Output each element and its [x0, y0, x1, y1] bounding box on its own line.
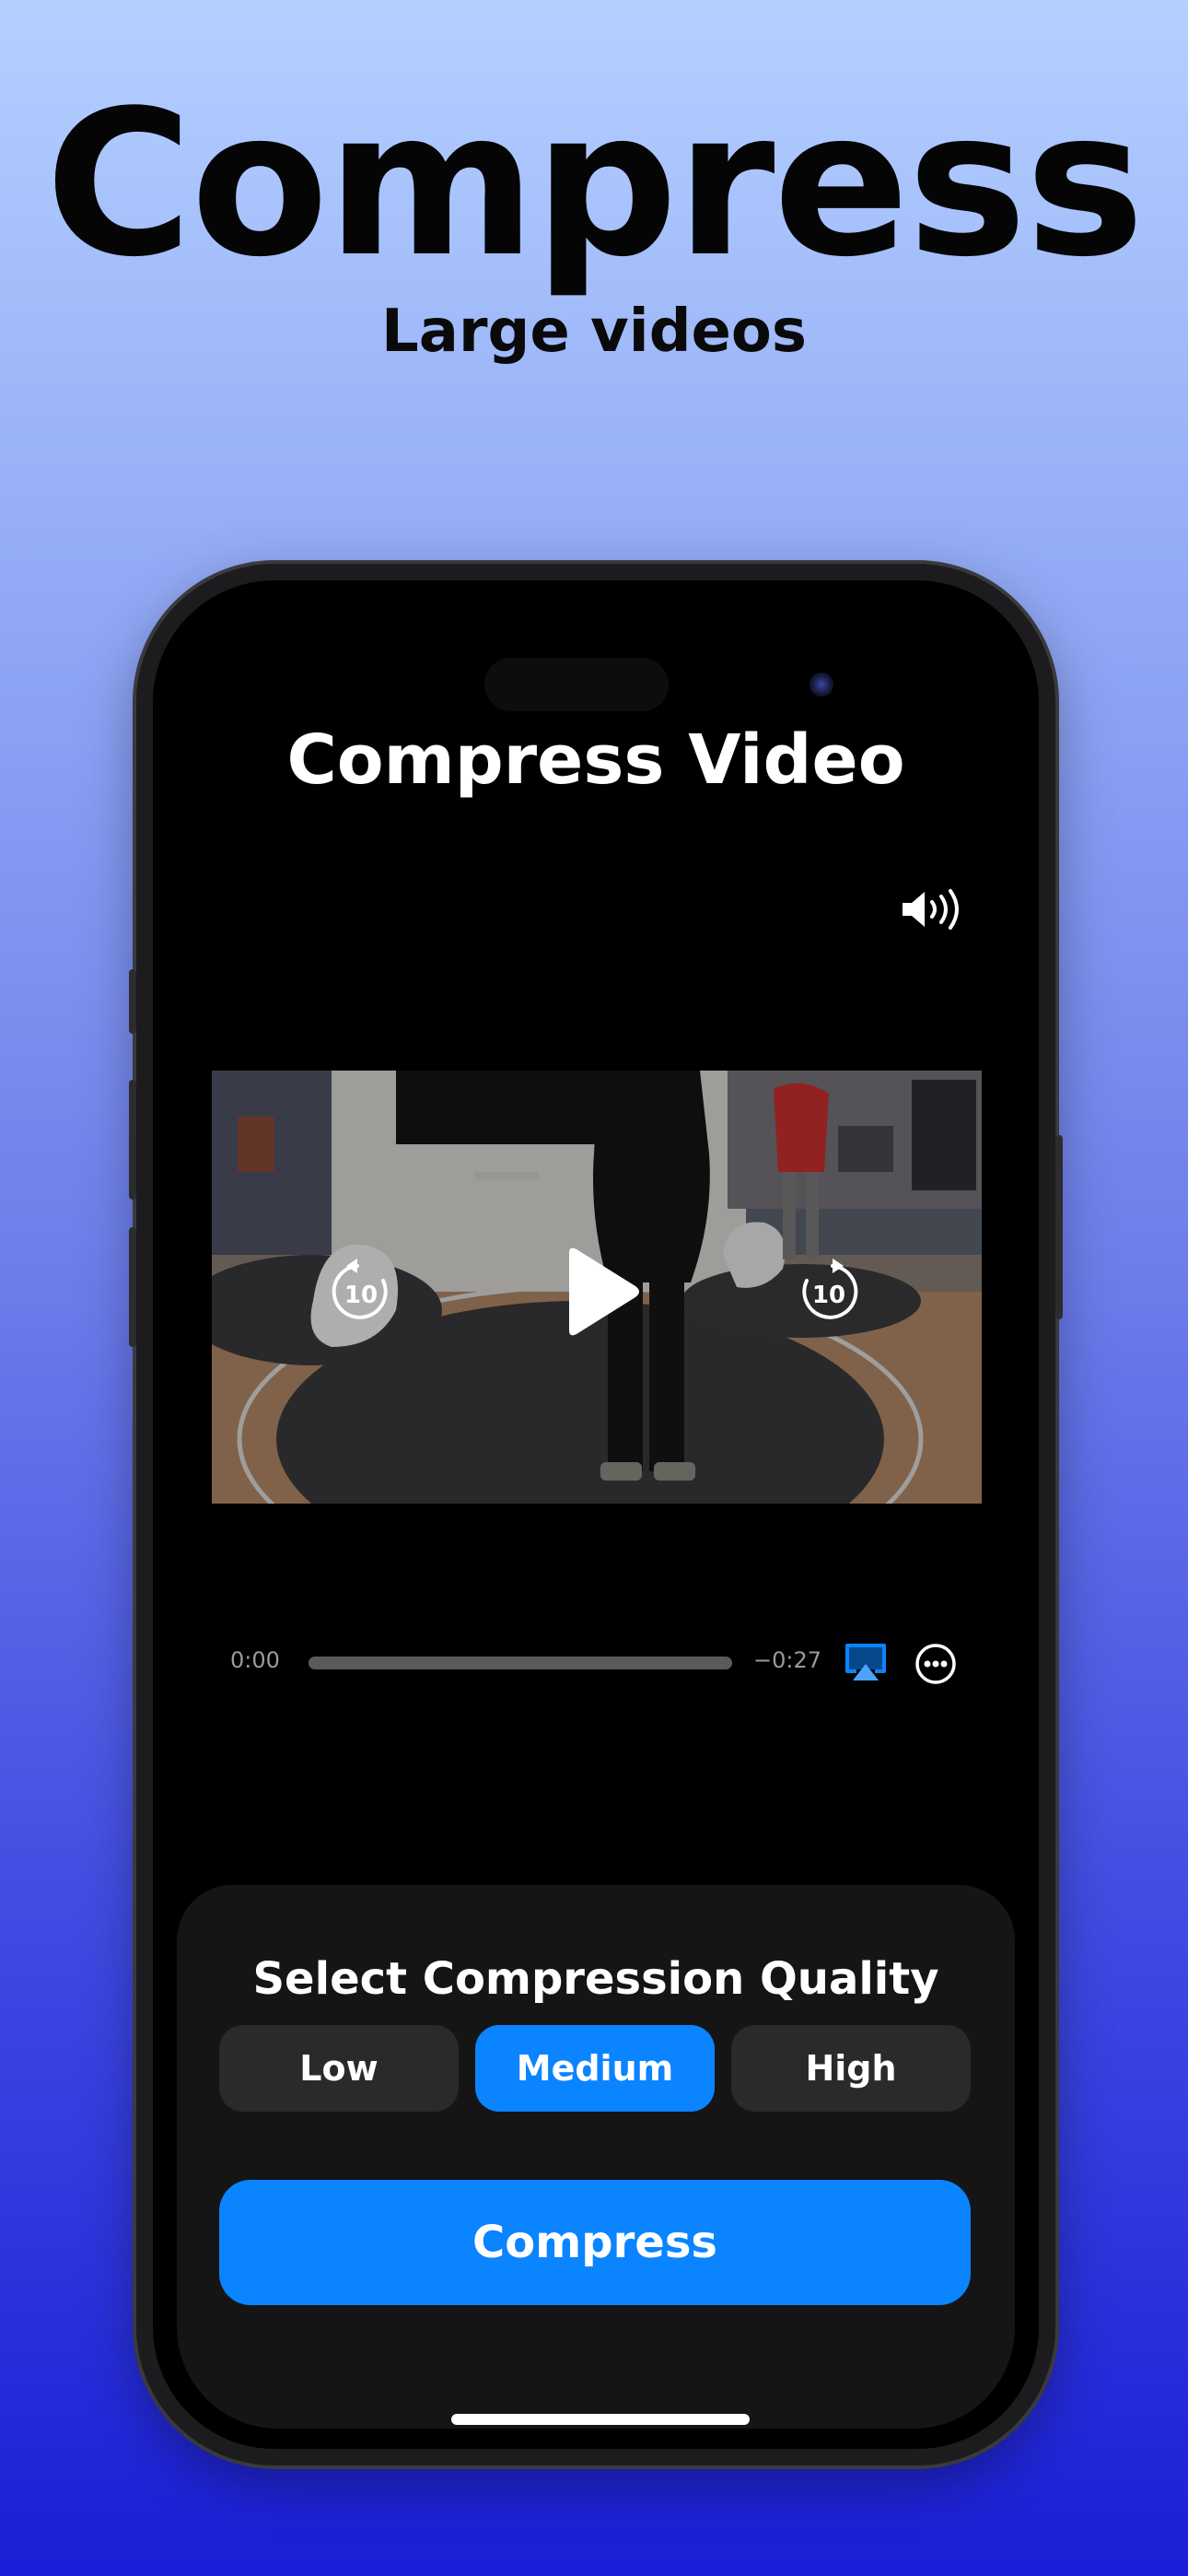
volume-down-button	[129, 1227, 136, 1347]
airplay-icon[interactable]	[844, 1642, 888, 1682]
skip-forward-label: 10	[812, 1282, 845, 1309]
dynamic-island	[484, 658, 669, 711]
play-icon[interactable]	[554, 1244, 643, 1340]
time-elapsed: 0:00	[230, 1647, 280, 1673]
compression-quality-title: Select Compression Quality	[252, 1953, 939, 2005]
power-button	[1055, 1135, 1063, 1319]
playback-controls: 0:00 −0:27	[230, 1640, 967, 1686]
hero-subtitle: Large videos	[381, 298, 807, 366]
quality-option-high[interactable]: High	[731, 2025, 971, 2112]
playback-scrubber[interactable]	[309, 1657, 732, 1669]
compress-button[interactable]: Compress	[219, 2180, 971, 2305]
volume-up-button	[129, 1080, 136, 1200]
more-icon[interactable]	[914, 1642, 958, 1686]
skip-forward-10-icon[interactable]: 10	[794, 1257, 862, 1327]
camera-icon	[809, 673, 833, 697]
quality-option-medium[interactable]: Medium	[475, 2025, 715, 2112]
quality-option-low[interactable]: Low	[219, 2025, 459, 2112]
screen-title: Compress Video	[286, 720, 905, 800]
skip-back-10-icon[interactable]: 10	[328, 1257, 396, 1327]
skip-back-label: 10	[344, 1282, 378, 1309]
video-player[interactable]: 10 10	[212, 1071, 982, 1504]
volume-icon[interactable]	[899, 886, 963, 932]
action-button	[129, 969, 136, 1034]
time-remaining: −0:27	[753, 1647, 822, 1673]
phone-frame: Compress Video 10 10 0:00 −0:27 Select C…	[129, 564, 1063, 2465]
phone-screen: Compress Video 10 10 0:00 −0:27 Select C…	[153, 580, 1039, 2449]
compression-panel: Select Compression Quality Low Medium Hi…	[177, 1885, 1015, 2429]
home-indicator[interactable]	[451, 2414, 750, 2425]
hero-title: Compress	[45, 68, 1145, 301]
